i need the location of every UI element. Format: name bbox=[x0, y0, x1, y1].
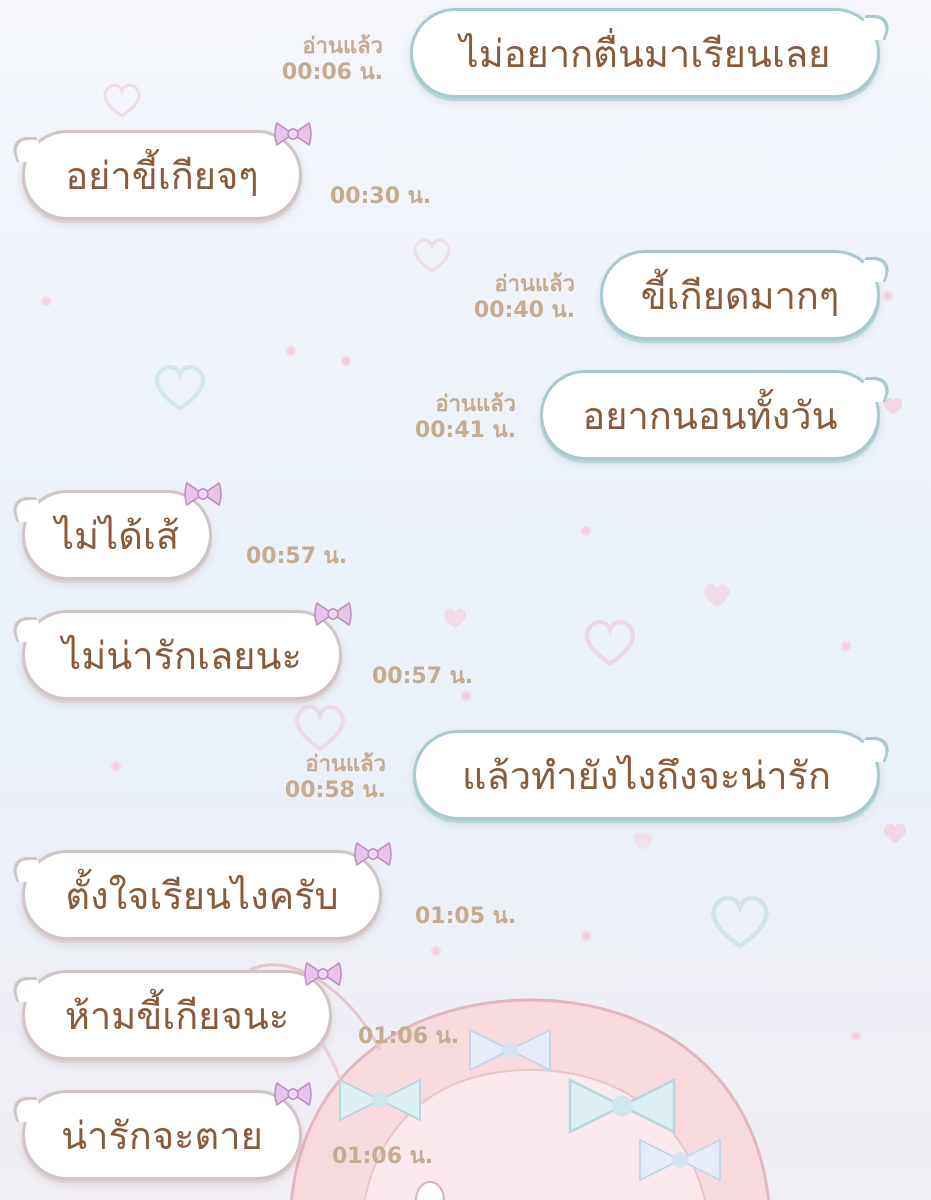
message-text: อยากนอนทั้งวัน bbox=[582, 393, 838, 438]
sparkle-decoration bbox=[580, 525, 592, 537]
message-meta: อ่านแล้ว 00:06 น. bbox=[282, 34, 383, 87]
sparkle-decoration bbox=[850, 1030, 862, 1042]
heart-icon bbox=[295, 704, 345, 752]
sparkle-decoration bbox=[40, 295, 52, 307]
message-meta: อ่านแล้ว 00:41 น. bbox=[415, 392, 516, 445]
message-time: 01:05 น. bbox=[415, 904, 517, 929]
message-meta: อ่านแล้ว 00:40 น. bbox=[474, 272, 575, 325]
heart-icon bbox=[585, 619, 635, 667]
message-bubble-received[interactable]: น่ารักจะตาย bbox=[22, 1081, 312, 1180]
heart-icon bbox=[413, 238, 451, 273]
heart-icon bbox=[443, 608, 467, 629]
message-text: ไม่ได้เส้ bbox=[54, 513, 180, 558]
message-time: 00:40 น. bbox=[473, 298, 575, 324]
sparkle-decoration bbox=[340, 355, 352, 367]
message-time: 00:57 น. bbox=[246, 544, 348, 569]
message-time: 00:57 น. bbox=[372, 664, 474, 689]
message-bubble-sent[interactable]: แล้วทำยังไงถึงจะน่ารัก bbox=[413, 730, 880, 820]
read-receipt: อ่านแล้ว bbox=[435, 392, 516, 417]
message-time: 00:41 น. bbox=[414, 418, 516, 444]
message-text: ไม่น่ารักเลยนะ bbox=[62, 633, 302, 678]
message-time: 01:06 น. bbox=[358, 1024, 460, 1049]
sparkle-decoration bbox=[460, 690, 472, 702]
message-time: 00:58 น. bbox=[284, 778, 386, 804]
message-text: ขี้เกียดมากๆ bbox=[640, 273, 840, 318]
message-bubble-received[interactable]: ไม่น่ารักเลยนะ bbox=[22, 601, 352, 700]
message-time: 01:06 น. bbox=[332, 1144, 434, 1169]
bow-icon bbox=[354, 841, 392, 867]
message-bubble-sent[interactable]: ไม่อยากตื่นมาเรียนเลย bbox=[410, 8, 880, 98]
message-text: น่ารักจะตาย bbox=[61, 1113, 263, 1158]
message-meta: อ่านแล้ว 00:58 น. bbox=[285, 752, 386, 805]
message-text: ไม่อยากตื่นมาเรียนเลย bbox=[459, 31, 831, 76]
message-time: 00:30 น. bbox=[330, 184, 432, 209]
read-receipt: อ่านแล้ว bbox=[302, 34, 383, 59]
sparkle-decoration bbox=[285, 345, 297, 357]
message-bubble-sent[interactable]: ขี้เกียดมากๆ bbox=[600, 250, 880, 340]
read-receipt: อ่านแล้ว bbox=[494, 272, 575, 297]
bow-icon bbox=[274, 121, 312, 147]
message-text: อย่าขี้เกียจๆ bbox=[65, 153, 259, 198]
read-receipt: อ่านแล้ว bbox=[305, 752, 386, 777]
message-bubble-received[interactable]: ไม่ได้เส้ bbox=[22, 481, 222, 580]
message-text: ตั้งใจเรียนไงครับ bbox=[65, 873, 339, 918]
message-bubble-received[interactable]: อย่าขี้เกียจๆ bbox=[22, 121, 312, 220]
heart-icon bbox=[633, 832, 653, 850]
sparkle-decoration bbox=[110, 760, 122, 772]
message-text: ห้ามขี้เกียจนะ bbox=[64, 993, 290, 1038]
bow-icon bbox=[314, 601, 352, 627]
sparkle-decoration bbox=[882, 290, 894, 302]
message-time: 00:06 น. bbox=[281, 60, 383, 86]
heart-icon bbox=[103, 83, 141, 118]
message-bubble-sent[interactable]: อยากนอนทั้งวัน bbox=[540, 370, 880, 460]
message-text: แล้วทำยังไงถึงจะน่ารัก bbox=[462, 753, 831, 798]
bow-icon bbox=[304, 961, 342, 987]
heart-icon bbox=[704, 583, 730, 607]
heart-icon bbox=[883, 823, 907, 844]
heart-icon bbox=[155, 364, 205, 412]
message-bubble-received[interactable]: ตั้งใจเรียนไงครับ bbox=[22, 841, 392, 940]
sparkle-decoration bbox=[840, 640, 852, 652]
bow-icon bbox=[274, 1081, 312, 1107]
message-bubble-received[interactable]: ห้ามขี้เกียจนะ bbox=[22, 961, 342, 1060]
bow-icon bbox=[184, 481, 222, 507]
